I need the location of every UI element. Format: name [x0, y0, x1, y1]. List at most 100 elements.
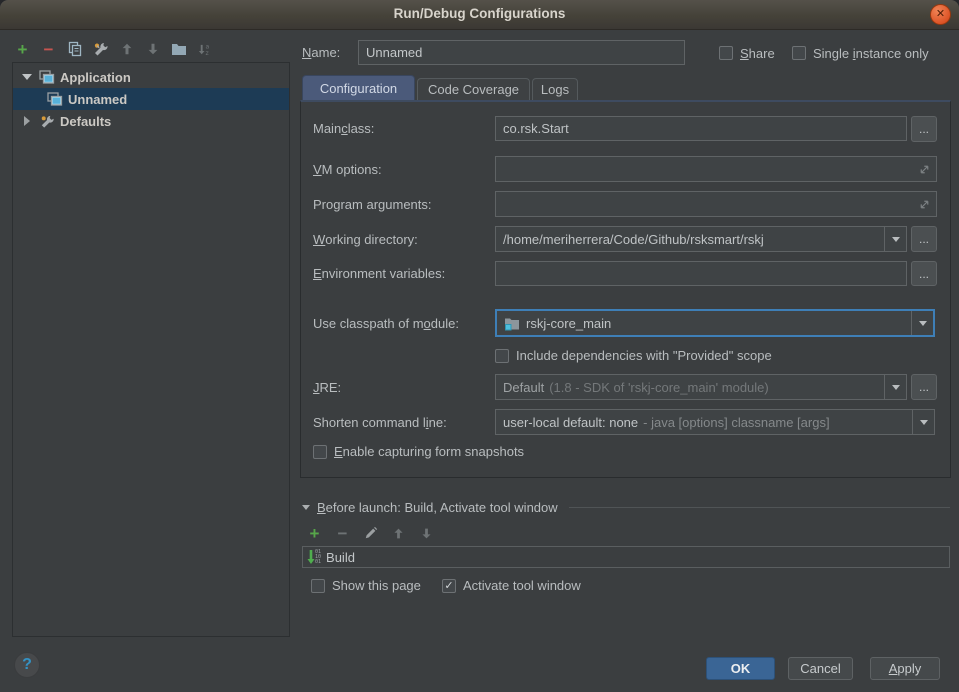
program-arguments-label: Program arguments:: [313, 191, 432, 217]
vm-options-input[interactable]: [495, 156, 937, 182]
arrow-down-icon: [146, 42, 160, 56]
environment-variables-input[interactable]: [495, 261, 907, 286]
tree-item-label: Defaults: [60, 114, 111, 129]
use-classpath-combo[interactable]: rskj-core_main: [495, 309, 935, 337]
chevron-down-icon: [919, 321, 927, 326]
name-label: Name:: [302, 40, 340, 65]
add-icon: +: [310, 525, 320, 542]
jre-browse-button[interactable]: ...: [911, 374, 937, 400]
edit-defaults-button[interactable]: [92, 41, 109, 58]
tab-code-coverage[interactable]: Code Coverage: [417, 78, 530, 100]
build-icon: 011001: [307, 550, 321, 565]
checkbox-box[interactable]: [495, 349, 509, 363]
share-checkbox[interactable]: Share: [719, 45, 775, 61]
use-classpath-dropdown-button[interactable]: [911, 311, 933, 335]
chevron-right-icon: [24, 116, 30, 126]
module-icon: [504, 316, 520, 331]
edit-task-button[interactable]: [362, 525, 379, 542]
main-class-browse-button[interactable]: ...: [911, 116, 937, 142]
working-directory-label: Working directory:: [313, 226, 418, 252]
tree-item-defaults[interactable]: Defaults: [13, 110, 289, 132]
jre-label: JRE:: [313, 374, 341, 400]
pencil-icon: [364, 526, 378, 540]
help-icon: ?: [22, 656, 32, 674]
close-button[interactable]: ✕: [930, 4, 951, 25]
tab-logs[interactable]: Logs: [532, 78, 578, 100]
sort-configurations-button[interactable]: az: [196, 41, 213, 58]
include-provided-label: Include dependencies with "Provided" sco…: [516, 348, 772, 363]
before-launch-title: Before launch: Build, Activate tool wind…: [317, 500, 558, 515]
environment-variables-label: Environment variables:: [313, 261, 445, 286]
checkbox-box[interactable]: [792, 46, 806, 60]
main-class-input[interactable]: co.rsk.Start: [495, 116, 907, 141]
copy-configuration-button[interactable]: [66, 41, 83, 58]
svg-text:z: z: [205, 50, 208, 57]
checkbox-box[interactable]: [313, 445, 327, 459]
vm-options-label: VM options:: [313, 156, 382, 182]
help-button[interactable]: ?: [14, 652, 40, 678]
apply-button[interactable]: Apply: [870, 657, 940, 680]
before-launch-task-build[interactable]: 011001 Build: [302, 546, 950, 568]
tree-item-application[interactable]: Application: [13, 66, 289, 88]
checkbox-box[interactable]: [719, 46, 733, 60]
share-label: Share: [740, 46, 775, 61]
environment-variables-browse-button[interactable]: ...: [911, 261, 937, 286]
sort-alphabetically-icon: az: [197, 42, 212, 57]
use-classpath-label: Use classpath of module:: [313, 309, 459, 337]
jre-combo[interactable]: Default (1.8 - SDK of 'rskj-core_main' m…: [495, 374, 907, 400]
working-directory-combo[interactable]: /home/meriherrera/Code/Github/rsksmart/r…: [495, 226, 907, 252]
move-task-down-button[interactable]: [418, 525, 435, 542]
configurations-tree: Application Unnamed Defaults: [12, 62, 290, 637]
move-task-up-button[interactable]: [390, 525, 407, 542]
show-this-page-checkbox[interactable]: Show this page: [311, 578, 421, 593]
run-debug-configurations-dialog: Run/Debug Configurations ✕ + − az: [0, 0, 959, 692]
add-configuration-button[interactable]: +: [14, 41, 31, 58]
capture-snapshots-label: Enable capturing form snapshots: [334, 444, 524, 459]
before-launch-section-header[interactable]: Before launch: Build, Activate tool wind…: [302, 500, 950, 515]
add-task-button[interactable]: +: [306, 525, 323, 542]
tree-item-label: Application: [60, 70, 131, 85]
program-arguments-input[interactable]: [495, 191, 937, 217]
name-input[interactable]: Unnamed: [358, 40, 685, 65]
move-up-button[interactable]: [118, 41, 135, 58]
arrow-up-icon: [392, 527, 405, 540]
checkbox-box[interactable]: ✓: [442, 579, 456, 593]
configurations-toolbar: + − az: [14, 39, 213, 59]
add-icon: +: [18, 41, 28, 58]
wrench-icon: [92, 41, 109, 58]
jre-dropdown-button[interactable]: [884, 375, 906, 399]
shorten-command-line-dropdown-button[interactable]: [912, 410, 934, 434]
tab-configuration[interactable]: Configuration: [302, 75, 415, 100]
new-folder-button[interactable]: [170, 41, 187, 58]
capture-snapshots-checkbox[interactable]: Enable capturing form snapshots: [313, 444, 524, 459]
checkbox-box[interactable]: [311, 579, 325, 593]
activate-tool-window-label: Activate tool window: [463, 578, 581, 593]
copy-icon: [67, 41, 83, 57]
shorten-command-line-combo[interactable]: user-local default: none - java [options…: [495, 409, 935, 435]
ok-button[interactable]: OK: [706, 657, 775, 680]
chevron-down-icon: [920, 420, 928, 425]
expand-field-icon[interactable]: [918, 198, 931, 211]
cancel-button[interactable]: Cancel: [788, 657, 853, 680]
remove-task-button[interactable]: −: [334, 525, 351, 542]
main-class-label: Main class:: [313, 116, 374, 141]
expand-collapse-toggle[interactable]: [21, 74, 33, 80]
tree-item-label: Unnamed: [68, 92, 127, 107]
working-directory-browse-button[interactable]: ...: [911, 226, 937, 252]
remove-configuration-button[interactable]: −: [40, 41, 57, 58]
expand-field-icon[interactable]: [918, 163, 931, 176]
single-instance-label: Single instance only: [813, 46, 929, 61]
arrow-up-icon: [120, 42, 134, 56]
single-instance-checkbox[interactable]: Single instance only: [792, 45, 929, 61]
section-divider: [569, 507, 950, 508]
move-down-button[interactable]: [144, 41, 161, 58]
chevron-down-icon: [302, 505, 310, 510]
arrow-down-icon: [420, 527, 433, 540]
expand-collapse-toggle[interactable]: [21, 116, 33, 126]
include-provided-checkbox[interactable]: Include dependencies with "Provided" sco…: [495, 348, 772, 363]
activate-tool-window-checkbox[interactable]: ✓ Activate tool window: [442, 578, 581, 593]
chevron-down-icon: [22, 74, 32, 80]
titlebar[interactable]: Run/Debug Configurations ✕: [0, 0, 959, 30]
working-directory-dropdown-button[interactable]: [884, 227, 906, 251]
tree-item-unnamed-selected[interactable]: Unnamed: [13, 88, 289, 110]
